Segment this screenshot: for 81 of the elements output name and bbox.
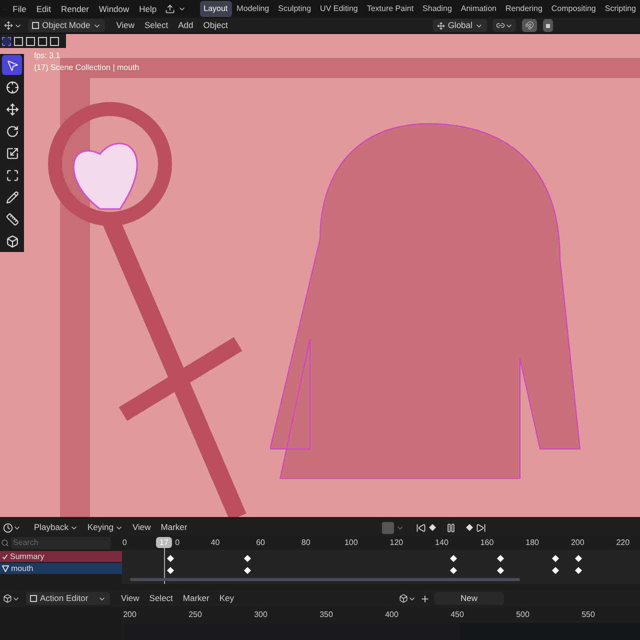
channel-name: Summary xyxy=(10,550,44,562)
menu-item[interactable]: Add xyxy=(173,19,198,32)
workspace-tab[interactable]: Compositing xyxy=(547,1,600,17)
frame-number: 450 xyxy=(450,609,464,621)
chevron-icon xyxy=(178,5,186,13)
proportional-icon[interactable] xyxy=(543,19,554,32)
channel-name: mouth xyxy=(11,562,34,574)
frame-number: 500 xyxy=(516,609,530,621)
menu-item[interactable]: View xyxy=(111,19,140,32)
menu-item[interactable]: Object xyxy=(198,19,233,32)
workspace-tab[interactable]: UV Editing xyxy=(316,1,362,17)
channel-row[interactable]: Summary xyxy=(0,551,122,562)
workspace-tab[interactable]: Rendering xyxy=(501,1,546,17)
frame-number: 0 xyxy=(122,537,127,549)
viewport-info-text: fps: 3.1 xyxy=(34,50,62,62)
frame-number: 60 xyxy=(256,537,265,549)
keying-toggle[interactable] xyxy=(382,522,394,534)
frame-number: 80 xyxy=(301,537,310,549)
menu-item[interactable]: Help xyxy=(134,2,162,16)
frame-number: 140 xyxy=(435,537,448,549)
jump-start-icon[interactable] xyxy=(416,522,426,532)
menu-item[interactable]: Key xyxy=(214,592,240,605)
frame-number: 200 xyxy=(570,537,584,549)
mode-dropdown[interactable]: Object Mode xyxy=(28,19,106,32)
menu-dropdown[interactable]: Keying xyxy=(82,521,128,534)
workspace-tab[interactable]: Sculpting xyxy=(274,1,316,17)
frame-number: 250 xyxy=(188,609,202,621)
next-keyframe-icon[interactable] xyxy=(466,524,474,531)
new-action-button[interactable]: New xyxy=(434,592,504,605)
mode-dropdown[interactable]: Action Editor xyxy=(26,592,110,605)
menu-item[interactable]: Edit xyxy=(31,2,56,16)
add-icon[interactable] xyxy=(420,594,430,604)
axes-icon xyxy=(436,22,445,30)
frame-number: 0 xyxy=(175,537,180,549)
viewport[interactable]: fps: 3.1 (17) Scene Collection | mouth xyxy=(0,34,640,517)
frame-number: 200 xyxy=(123,609,136,621)
checkmark-icon xyxy=(2,554,8,560)
workspace-tab[interactable]: Animation xyxy=(456,1,500,17)
frame-number: 220 xyxy=(616,537,630,549)
frame-number: 160 xyxy=(480,537,494,549)
snap-icon[interactable] xyxy=(522,19,538,32)
viewport-info-text: (17) Scene Collection | mouth xyxy=(34,62,140,74)
channel-row[interactable]: mouth xyxy=(0,563,122,574)
scrollbar[interactable] xyxy=(130,578,520,581)
frame-number: 350 xyxy=(320,609,333,621)
frame-number: 120 xyxy=(390,537,404,549)
link-icon[interactable] xyxy=(493,19,516,32)
search-field[interactable]: Search xyxy=(11,537,111,549)
workspace-tab[interactable]: Layout xyxy=(200,1,232,17)
editor-type-icon[interactable] xyxy=(3,594,20,603)
orientation-dropdown[interactable]: Global xyxy=(432,19,488,32)
menu-item[interactable]: Render xyxy=(56,2,94,16)
pause-icon[interactable] xyxy=(446,522,456,532)
frame-number: 100 xyxy=(344,537,358,549)
menu-item[interactable]: Window xyxy=(94,2,134,16)
menu-dropdown[interactable]: Playback xyxy=(29,521,82,534)
editor-type-icon[interactable] xyxy=(4,21,22,30)
workspace-tab[interactable]: Scripting xyxy=(600,1,640,17)
clock-icon[interactable] xyxy=(3,522,21,532)
upload-icon[interactable] xyxy=(164,4,175,14)
menu-item[interactable]: Marker xyxy=(178,592,214,605)
search-icon xyxy=(1,539,9,547)
menu-item[interactable]: View xyxy=(116,592,144,605)
menu-item[interactable]: File xyxy=(8,2,32,16)
action-icon[interactable] xyxy=(399,594,416,603)
frame-number: 550 xyxy=(582,609,595,621)
previous-keyframe-icon[interactable] xyxy=(429,524,436,531)
jump-end-icon[interactable] xyxy=(476,522,486,532)
frame-number: 180 xyxy=(526,537,539,549)
select-box-icon[interactable] xyxy=(2,55,22,75)
workspace-tab[interactable]: Shading xyxy=(418,1,456,17)
menu-item[interactable]: View xyxy=(128,521,156,534)
workspace-tab[interactable]: Modeling xyxy=(232,1,274,17)
menu-item[interactable]: Select xyxy=(144,592,178,605)
workspace-tab[interactable]: Texture Paint xyxy=(362,1,418,17)
frame-number: 300 xyxy=(254,609,268,621)
menu-item[interactable]: Marker xyxy=(156,521,192,534)
frame-number: 40 xyxy=(210,537,220,549)
frame-number: 400 xyxy=(385,609,398,621)
triangle-icon xyxy=(2,565,9,572)
menu-item[interactable]: Select xyxy=(139,19,174,32)
